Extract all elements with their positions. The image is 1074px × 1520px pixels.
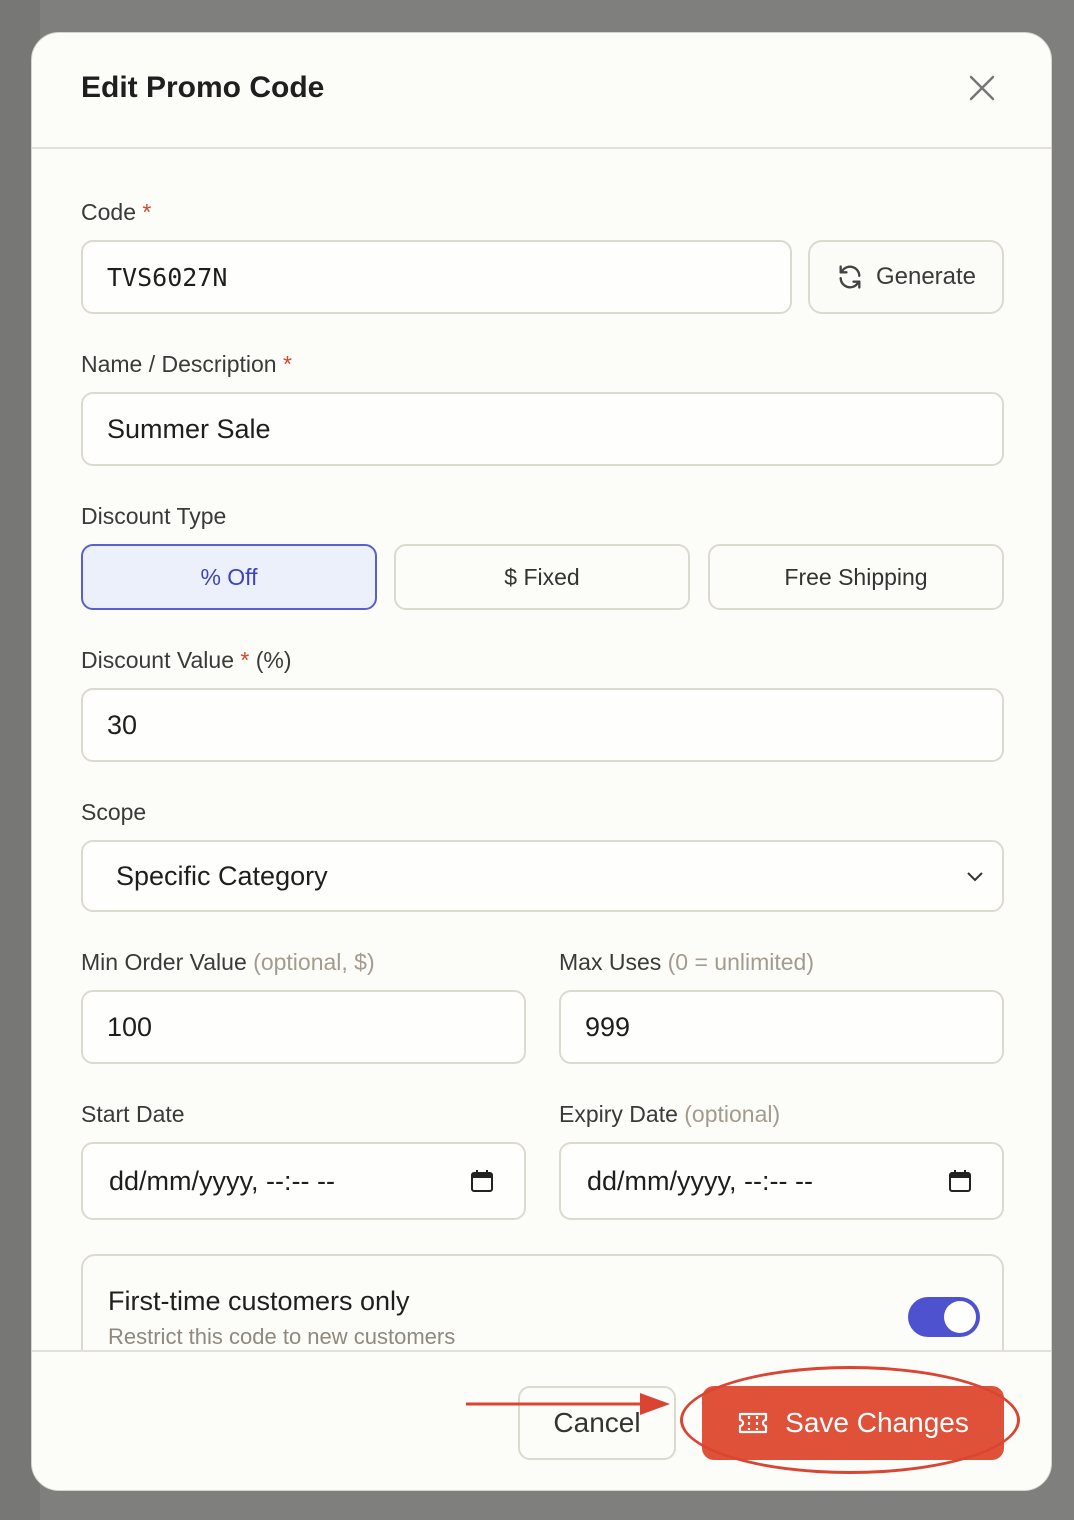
scope-label: Scope <box>81 799 147 825</box>
min-order-input[interactable]: 100 <box>81 990 526 1064</box>
name-value: Summer Sale <box>107 413 271 444</box>
scope-select[interactable]: Specific Category <box>81 840 1004 912</box>
ticket-icon <box>739 1412 768 1434</box>
discount-type-fixed[interactable]: $ Fixed <box>394 544 690 610</box>
edit-promo-dialog: Edit Promo Code Code * TVS6027N Generate… <box>31 32 1052 1491</box>
save-changes-button[interactable]: Save Changes <box>702 1386 1004 1460</box>
max-uses-label: Max Uses (0 = unlimited) <box>559 949 815 975</box>
generate-button[interactable]: Generate <box>808 240 1004 314</box>
close-icon <box>969 75 995 101</box>
expiry-date-label: Expiry Date (optional) <box>559 1101 781 1127</box>
first-time-subtitle: Restrict this code to new customers <box>108 1324 456 1349</box>
discount-type-percent-label: % Off <box>200 563 258 590</box>
toggle-knob <box>944 1301 976 1333</box>
code-value: TVS6027N <box>107 262 228 292</box>
first-time-title: First-time customers only <box>108 1286 410 1316</box>
start-date-placeholder: dd/mm/yyyy, --:-- -- <box>109 1165 335 1196</box>
chevron-down-icon <box>967 872 983 882</box>
expiry-date-input[interactable]: dd/mm/yyyy, --:-- -- <box>559 1142 1004 1220</box>
min-order-value: 100 <box>107 1011 153 1042</box>
dialog-footer: Cancel Save Changes <box>32 1350 1051 1490</box>
name-input[interactable]: Summer Sale <box>81 392 1004 466</box>
discount-value-value: 30 <box>107 709 138 740</box>
max-uses-input[interactable]: 999 <box>559 990 1004 1064</box>
discount-type-free-shipping[interactable]: Free Shipping <box>708 544 1004 610</box>
dialog-header: Edit Promo Code <box>32 33 1051 149</box>
discount-type-free-shipping-label: Free Shipping <box>784 563 928 590</box>
dialog-title: Edit Promo Code <box>81 71 325 104</box>
discount-value-label: Discount Value * (%) <box>81 647 292 673</box>
scope-value: Specific Category <box>116 860 328 891</box>
discount-value-input[interactable]: 30 <box>81 688 1004 762</box>
start-date-input[interactable]: dd/mm/yyyy, --:-- -- <box>81 1142 526 1220</box>
name-label: Name / Description * <box>81 351 292 377</box>
first-time-toggle[interactable] <box>908 1297 980 1337</box>
discount-type-label: Discount Type <box>81 503 227 529</box>
min-order-label: Min Order Value (optional, $) <box>81 949 375 975</box>
close-button[interactable] <box>965 71 999 105</box>
calendar-icon[interactable] <box>948 1169 972 1193</box>
calendar-icon[interactable] <box>470 1169 494 1193</box>
code-label: Code * <box>81 199 152 225</box>
code-input[interactable]: TVS6027N <box>81 240 792 314</box>
generate-label: Generate <box>875 263 977 290</box>
start-date-label: Start Date <box>81 1101 185 1127</box>
discount-type-percent[interactable]: % Off <box>81 544 377 610</box>
discount-type-fixed-label: $ Fixed <box>504 563 580 590</box>
expiry-date-placeholder: dd/mm/yyyy, --:-- -- <box>587 1165 813 1196</box>
save-changes-label: Save Changes <box>785 1407 969 1438</box>
refresh-icon <box>839 265 861 289</box>
cancel-label: Cancel <box>553 1407 641 1438</box>
cancel-button[interactable]: Cancel <box>518 1386 676 1460</box>
max-uses-value: 999 <box>585 1011 631 1042</box>
